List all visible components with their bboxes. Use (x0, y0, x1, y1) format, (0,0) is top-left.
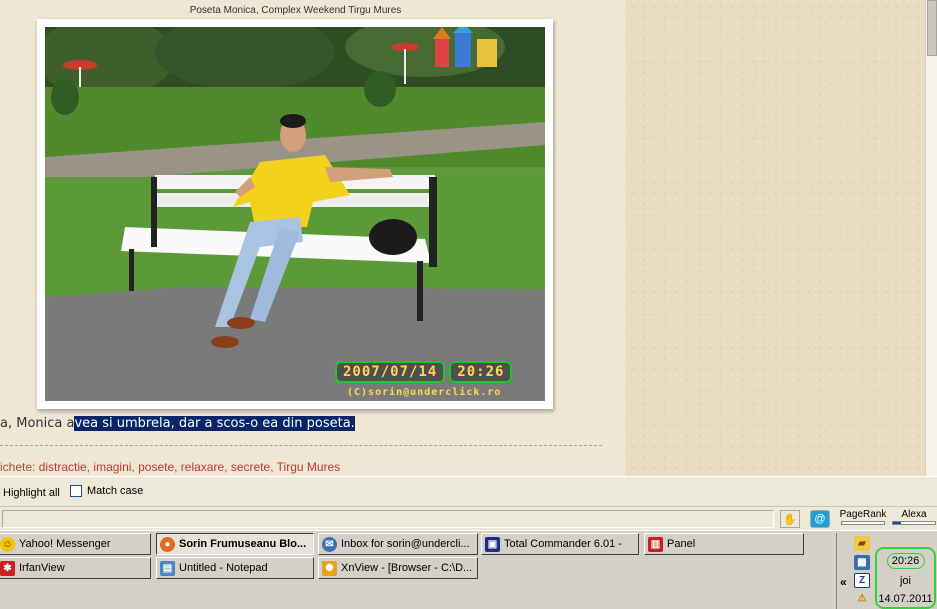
tag-link[interactable]: relaxare (181, 460, 224, 474)
tray-clock[interactable]: 20:26 joi 14.07.2011 (875, 547, 936, 609)
tag-link[interactable]: Tirgu Mures (277, 460, 341, 474)
photo-scene (45, 27, 545, 401)
pagerank-label: PageRank (839, 509, 887, 520)
task-label: Sorin Frumuseanu Blo... (179, 538, 307, 550)
post-text: a, Monica avea si umbrela, dar a scos-o … (0, 416, 355, 431)
match-case-checkbox[interactable] (70, 485, 82, 497)
yahoo-icon: ☺ (0, 536, 15, 552)
task-label: Panel (667, 538, 696, 550)
at-sign-icon[interactable]: @ (810, 510, 830, 528)
blog-post: Poseta Monica, Complex Weekend Tirgu Mur… (0, 0, 625, 476)
task-xnview[interactable]: ✺ XnView - [Browser - C:\D... (318, 557, 478, 579)
page-sidebar (625, 0, 925, 476)
post-divider (0, 445, 602, 446)
task-label: Yahoo! Messenger (19, 538, 111, 550)
clock-date: 14.07.2011 (878, 593, 933, 605)
photo-frame: 2007/07/14 20:26 (C)sorin@underclick.ro (37, 19, 553, 409)
panel-icon: ▥ (648, 536, 663, 552)
task-notepad[interactable]: ▤ Untitled - Notepad (156, 557, 314, 579)
show-hidden-icons-chevron[interactable]: « (840, 575, 847, 589)
match-case-label: Match case (87, 485, 144, 497)
match-case-option[interactable]: Match case (70, 485, 143, 497)
pagerank-bar (841, 521, 885, 525)
highlight-all-button[interactable]: Highlight all (3, 487, 60, 499)
notepad-icon: ▤ (160, 560, 175, 576)
vertical-scrollbar[interactable] (925, 0, 937, 476)
task-panel[interactable]: ▥ Panel (644, 533, 804, 555)
task-thunderbird[interactable]: ✉ Inbox for sorin@undercli... (318, 533, 478, 555)
tag-link[interactable]: secrete (231, 460, 270, 474)
browser-content: Poseta Monica, Complex Weekend Tirgu Mur… (0, 0, 925, 476)
alexa-widget[interactable]: Alexa (891, 509, 937, 529)
status-bar: ✋ @ PageRank Alexa (0, 506, 937, 530)
task-label: Untitled - Notepad (179, 562, 268, 574)
status-text (2, 510, 774, 528)
task-total-commander[interactable]: ▣ Total Commander 6.01 - (481, 533, 639, 555)
find-bar: Highlight all Match case (0, 476, 937, 506)
tag-link[interactable]: posete (138, 460, 174, 474)
scrollbar-thumb[interactable] (927, 0, 937, 56)
tags-label: ichete: (0, 460, 36, 474)
irfanview-icon: ✱ (0, 560, 15, 576)
photo-timestamp: 2007/07/14 20:26 (335, 361, 513, 383)
photo-caption: Poseta Monica, Complex Weekend Tirgu Mur… (189, 5, 402, 16)
tag-link[interactable]: distractie (39, 460, 87, 474)
task-label: Inbox for sorin@undercli... (341, 538, 470, 550)
photo-stamp-date: 2007/07/14 (335, 361, 446, 383)
stop-hand-icon[interactable]: ✋ (780, 510, 800, 528)
network-icon[interactable]: ▦ (854, 555, 870, 570)
task-label: Total Commander 6.01 - (504, 538, 622, 550)
floppy-icon: ▣ (485, 536, 500, 552)
system-tray: « ▰ ▦ Z ⚠ 20:26 joi 14.07.2011 (836, 533, 937, 609)
photo-stamp-time: 20:26 (449, 361, 513, 383)
task-firefox[interactable]: ● Sorin Frumuseanu Blo... (156, 533, 314, 555)
firefox-icon: ● (160, 536, 175, 552)
thunderbird-icon: ✉ (322, 536, 337, 552)
clock-time: 20:26 (886, 553, 925, 569)
tag-link[interactable]: imagini (93, 460, 131, 474)
warning-icon[interactable]: ⚠ (854, 591, 870, 606)
blog-photo[interactable]: 2007/07/14 20:26 (C)sorin@underclick.ro (45, 27, 545, 401)
photo-credit: (C)sorin@underclick.ro (347, 387, 502, 398)
post-text-start: a, Monica a (0, 416, 75, 431)
clock-day: joi (899, 575, 911, 587)
xnview-icon: ✺ (322, 560, 337, 576)
post-tags: ichete: distractie, imagini, posete, rel… (0, 460, 341, 474)
task-irfanview[interactable]: ✱ IrfanView (0, 557, 151, 579)
alexa-bar (892, 521, 936, 525)
task-label: IrfanView (19, 562, 65, 574)
post-text-selected[interactable]: vea si umbrela, dar a scos-o ea din pose… (74, 416, 355, 431)
alexa-label: Alexa (901, 509, 927, 520)
pagerank-widget[interactable]: PageRank (838, 509, 888, 529)
task-yahoo-messenger[interactable]: ☺ Yahoo! Messenger (0, 533, 151, 555)
folder-icon[interactable]: ▰ (854, 536, 870, 551)
zonealarm-icon[interactable]: Z (854, 573, 870, 588)
taskbar: ☺ Yahoo! Messenger ● Sorin Frumuseanu Bl… (0, 530, 937, 609)
task-label: XnView - [Browser - C:\D... (341, 562, 473, 574)
